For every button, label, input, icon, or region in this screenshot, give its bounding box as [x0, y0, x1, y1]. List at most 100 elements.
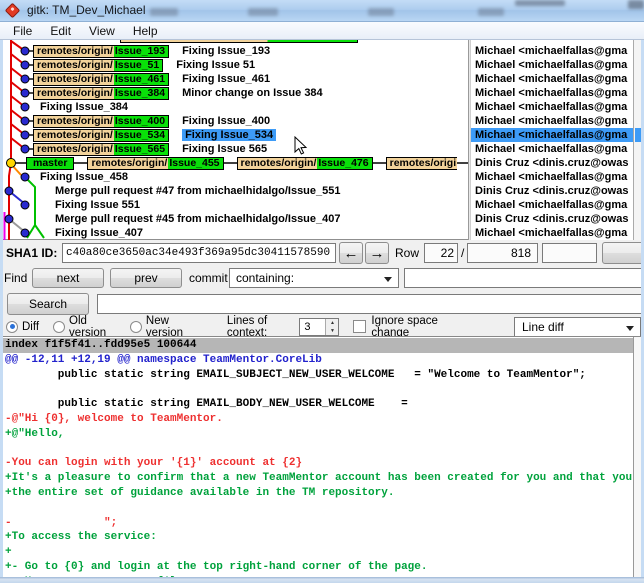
diff-scrollbar[interactable]: [633, 337, 641, 577]
chevron-down-icon: [384, 277, 392, 282]
commit-row[interactable]: remotes/origin/Issue_565Fixing Issue 565: [3, 142, 468, 156]
row-extra-field: [542, 243, 597, 263]
ref-label[interactable]: remotes/origi: [386, 157, 458, 170]
diff-line-ctx: public static string EMAIL_BODY_NEW_USER…: [3, 397, 633, 412]
clipped-button[interactable]: [602, 242, 644, 264]
commit-author[interactable]: Michael <michaelfallas@gma: [471, 226, 633, 240]
commit-row-clipped: [3, 40, 468, 44]
commit-row[interactable]: remotes/origin/Issue_384 Minor change on …: [3, 86, 468, 100]
menu-file[interactable]: File: [4, 24, 41, 38]
commit-row[interactable]: Fixing Issue_384: [3, 100, 468, 114]
lines-of-context-spinner[interactable]: 3 ▲▼: [299, 318, 339, 336]
commit-message: Fixing Issue_407: [55, 227, 143, 239]
commit-author[interactable]: Michael <michaelfallas@gma: [471, 44, 633, 58]
background-window-artifact: [150, 8, 178, 16]
ref-label[interactable]: remotes/origin/Issue_461: [33, 73, 169, 86]
commit-message: Fixing Issue_458: [40, 171, 128, 183]
chevron-down-icon: [626, 326, 634, 331]
commit-message: Fixing Issue 51: [176, 59, 255, 71]
commit-author[interactable]: Dinis Cruz <dinis.cruz@owas: [471, 156, 633, 170]
ref-label[interactable]: remotes/origin/Issue_384: [33, 87, 169, 100]
commit-author[interactable]: Michael <michaelfallas@gma: [471, 100, 633, 114]
row-total-value: 818: [467, 243, 538, 263]
title-bar[interactable]: gitk: TM_Dev_Michael: [0, 0, 644, 22]
ref-label[interactable]: remotes/origin/Issue_51: [33, 59, 163, 72]
commit-message: Fixing Issue_461: [182, 73, 270, 85]
window-frame-bottom: [0, 577, 644, 583]
history-forward-button[interactable]: →: [365, 242, 389, 264]
commit-row[interactable]: Fixing Issue_458: [3, 170, 468, 184]
commit-message: Merge pull request #45 from michaelhidal…: [55, 213, 341, 225]
new-version-radio[interactable]: [130, 321, 142, 333]
diff-line-add: +: [3, 545, 633, 560]
commit-message: Fixing Issue_534: [182, 129, 276, 141]
gitk-app-icon: [5, 3, 21, 19]
find-query-input[interactable]: [404, 268, 644, 288]
ref-label[interactable]: remotes/origin/Issue_476: [237, 157, 373, 170]
search-button[interactable]: Search: [7, 293, 89, 315]
ref-label[interactable]: remotes/origin/Issue_193: [33, 45, 169, 58]
background-window-artifact: [515, 0, 565, 6]
commit-author[interactable]: Michael <michaelfallas@gma: [471, 58, 633, 72]
commit-row[interactable]: remotes/origin/Issue_400 Fixing Issue_400: [3, 114, 468, 128]
background-window-artifact: [368, 8, 394, 16]
commit-message: Fixing Issue 551: [55, 199, 140, 211]
find-bar: Find next prev commit containing:: [3, 266, 641, 291]
ref-label[interactable]: remotes/origin/Issue_565: [33, 143, 169, 156]
commit-row[interactable]: Fixing Issue 551: [3, 198, 468, 212]
diff-line-add: +the entire set of guidance available in…: [3, 486, 633, 501]
search-input[interactable]: [97, 294, 643, 314]
commit-author[interactable]: Dinis Cruz <dinis.cruz@owas: [471, 184, 633, 198]
find-next-button[interactable]: next: [32, 268, 104, 288]
diff-line-ctx: [3, 501, 633, 516]
ref-label[interactable]: remotes/origin/Issue_534: [33, 129, 169, 142]
menu-view[interactable]: View: [80, 24, 124, 38]
find-label: Find: [4, 271, 27, 285]
commit-author[interactable]: Michael <michaelfallas@gma: [471, 128, 633, 142]
commit-row[interactable]: remotes/origin/Issue_51 Fixing Issue 51: [3, 58, 468, 72]
diff-line-add: +@"Hello,: [3, 427, 633, 442]
old-version-radio[interactable]: [53, 321, 65, 333]
commit-row[interactable]: remotes/origin/Issue_461 Fixing Issue_461: [3, 72, 468, 86]
author-column: Michael <michaelfallas@gmaMichael <micha…: [471, 40, 633, 240]
find-mode-dropdown[interactable]: containing:: [229, 268, 399, 288]
commit-author[interactable]: Dinis Cruz <dinis.cruz@owas: [471, 212, 633, 226]
commit-row[interactable]: Merge pull request #45 from michaelhidal…: [3, 212, 468, 226]
commit-message: Fixing Issue_400: [182, 115, 270, 127]
commit-message: Minor change on Issue 384: [182, 87, 323, 99]
commit-label: commit: [189, 271, 228, 285]
sha1-bar: SHA1 ID: c40a80ce3650ac34e493f369a95dc30…: [3, 240, 641, 266]
commit-author[interactable]: Michael <michaelfallas@gma: [471, 72, 633, 86]
commit-row[interactable]: Merge pull request #47 from michaelhidal…: [3, 184, 468, 198]
commit-message: Fixing Issue_193: [182, 45, 270, 57]
commit-author[interactable]: Michael <michaelfallas@gma: [471, 114, 633, 128]
commit-row[interactable]: Fixing Issue_407: [3, 226, 468, 240]
ref-label[interactable]: remotes/origin/Issue_400: [33, 115, 169, 128]
window-title: gitk: TM_Dev_Michael: [27, 3, 146, 17]
commit-row[interactable]: remotes/origin/Issue_193 Fixing Issue_193: [3, 44, 468, 58]
menu-help[interactable]: Help: [124, 24, 167, 38]
menu-edit[interactable]: Edit: [41, 24, 80, 38]
ref-label[interactable]: remotes/origin/Issue_455: [87, 157, 223, 170]
spinner-arrows-icon[interactable]: ▲▼: [325, 319, 338, 335]
commit-author[interactable]: Michael <michaelfallas@gma: [471, 86, 633, 100]
row-label: Row: [395, 246, 419, 260]
diff-pane[interactable]: index f1f5f41..fdd95e5 100644@@ -12,11 +…: [3, 336, 641, 577]
history-back-button[interactable]: ←: [339, 242, 363, 264]
commit-author[interactable]: Michael <michaelfallas@gma: [471, 170, 633, 184]
diff-radio[interactable]: [6, 321, 18, 333]
sha1-input[interactable]: c40a80ce3650ac34e493f369a95dc30411578590: [62, 243, 336, 263]
commit-row[interactable]: master remotes/origin/Issue_455 remotes/or…: [3, 156, 468, 170]
ignore-space-checkbox[interactable]: [353, 320, 366, 333]
ref-master-label[interactable]: master: [26, 157, 74, 170]
row-current-value: 22: [424, 243, 458, 263]
list-scrollbar[interactable]: [633, 40, 641, 240]
commit-author[interactable]: Michael <michaelfallas@gma: [471, 142, 633, 156]
diff-mode-dropdown[interactable]: Line diff: [514, 317, 641, 337]
pane-divider[interactable]: [468, 40, 471, 240]
old-version-radio-label: Old version: [69, 315, 116, 339]
mouse-cursor: [294, 136, 308, 156]
commit-row[interactable]: remotes/origin/Issue_534 Fixing Issue_534: [3, 128, 468, 142]
find-prev-button[interactable]: prev: [110, 268, 182, 288]
commit-author[interactable]: Michael <michaelfallas@gma: [471, 198, 633, 212]
